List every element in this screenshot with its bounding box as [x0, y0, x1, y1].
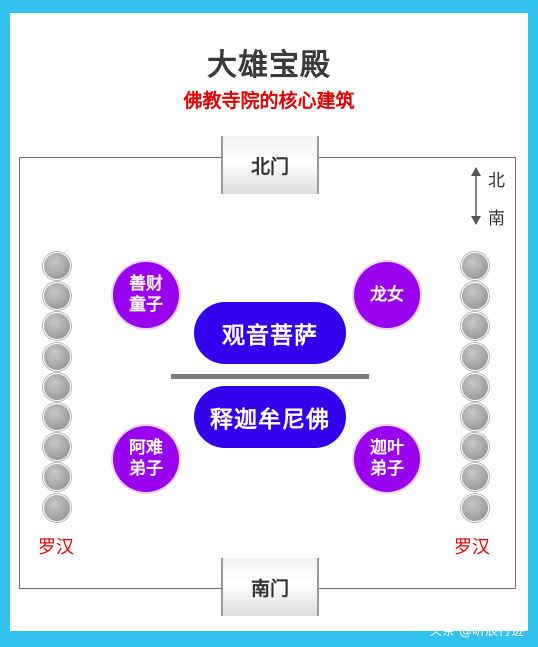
arhat-circle	[43, 433, 71, 462]
arhat-circle	[43, 372, 71, 401]
attendant-top-right: 龙女	[354, 262, 420, 328]
arhat-circle	[43, 252, 71, 280]
arhat-label-left: 罗汉	[38, 537, 74, 558]
arhat-circle	[461, 342, 489, 371]
arhat-circle	[461, 372, 489, 401]
diagram-subtitle: 佛教寺院的核心建筑	[183, 90, 355, 112]
buddha-shakyamuni: 释迦牟尼佛	[194, 386, 346, 448]
diagram-title: 大雄宝殿	[207, 48, 331, 83]
arhat-circle	[461, 282, 489, 311]
arhat-circle	[43, 403, 71, 431]
arhat-circle	[43, 282, 71, 311]
attendant-bottom-right-label: 迦叶弟子	[370, 438, 404, 479]
arhat-circle	[461, 403, 489, 431]
arhat-label-right: 罗汉	[454, 537, 490, 558]
compass-north-label: 北	[488, 171, 505, 191]
attendant-bottom-right: 迦叶弟子	[354, 426, 420, 492]
buddha-guanyin: 观音菩萨	[194, 302, 346, 364]
compass: 北 南	[468, 166, 508, 229]
arhat-circle	[461, 493, 489, 522]
compass-arrow-icon	[471, 167, 481, 225]
watermark: 头条 @昕辰行迹	[429, 624, 525, 639]
attendant-top-right-label: 龙女	[370, 284, 404, 305]
attendant-bottom-left-label: 阿难弟子	[129, 438, 163, 479]
arhat-circle	[461, 252, 489, 280]
diagram-frame: 大雄宝殿 佛教寺院的核心建筑 北门 南门 北 南 罗汉 罗汉 善财童子 龙女 阿…	[0, 0, 538, 647]
arhat-circle	[43, 342, 71, 371]
north-gate: 北门	[221, 136, 319, 194]
arhat-circle	[43, 493, 71, 522]
attendant-top-left-label: 善财童子	[129, 274, 163, 315]
attendant-bottom-left: 阿难弟子	[113, 426, 179, 492]
attendant-top-left: 善财童子	[113, 262, 179, 328]
altar-divider	[171, 374, 369, 379]
hall-outline	[19, 157, 516, 589]
south-gate: 南门	[221, 558, 319, 616]
compass-south-label: 南	[488, 209, 505, 229]
arhat-circle	[461, 433, 489, 462]
